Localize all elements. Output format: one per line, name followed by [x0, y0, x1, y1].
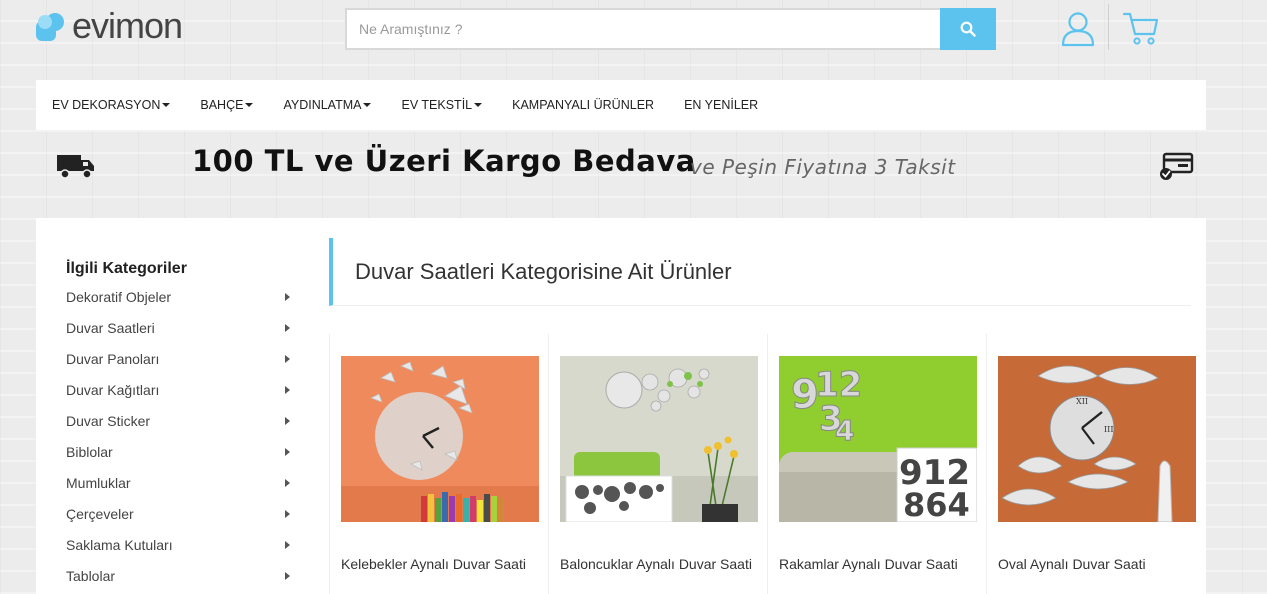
- nav-item-label: BAHÇE: [200, 98, 244, 112]
- user-icon[interactable]: [1060, 10, 1096, 48]
- product-listing: Duvar Saatleri Kategorisine Ait Ürünler: [329, 238, 1196, 594]
- sidebar-title: İlgili Kategoriler: [66, 260, 187, 277]
- nav-item-aydinlatma[interactable]: AYDINLATMA: [283, 98, 372, 112]
- search-input[interactable]: [345, 8, 940, 50]
- header-divider: [1108, 4, 1109, 50]
- sidebar-item-label: Saklama Kutuları: [66, 537, 173, 553]
- nav-item-label: EN YENİLER: [684, 98, 759, 112]
- product-image[interactable]: [341, 356, 539, 522]
- product-image[interactable]: [560, 356, 758, 523]
- nav-item-label: KAMPANYALI ÜRÜNLER: [512, 98, 655, 112]
- credit-card-icon: [1160, 152, 1194, 180]
- chevron-right-icon: [285, 541, 290, 549]
- site-logo[interactable]: evimon: [36, 6, 226, 46]
- search-bar: [345, 8, 996, 50]
- product-image[interactable]: 9 12 3 4 912 864: [779, 356, 978, 524]
- page-title: Duvar Saatleri Kategorisine Ait Ürünler: [355, 258, 732, 284]
- nav-item-label: EV TEKSTİL: [401, 98, 473, 112]
- chevron-right-icon: [285, 479, 290, 487]
- sidebar-item-label: Duvar Panoları: [66, 351, 160, 367]
- product-name[interactable]: Oval Aynalı Duvar Saati: [998, 556, 1146, 572]
- sidebar-item-duvar-sticker[interactable]: Duvar Sticker: [66, 406, 296, 437]
- nav-item-label: AYDINLATMA: [283, 98, 362, 112]
- chevron-right-icon: [285, 324, 290, 332]
- nav-item-bahce[interactable]: BAHÇE: [200, 98, 254, 112]
- logo-text: evimon: [72, 5, 183, 46]
- sidebar-item-label: Duvar Sticker: [66, 413, 151, 429]
- sidebar-item-label: Dekoratif Objeler: [66, 289, 172, 305]
- svg-text:4: 4: [835, 414, 854, 447]
- product-name[interactable]: Baloncuklar Aynalı Duvar Saati: [560, 556, 752, 572]
- main-nav: EV DEKORASYON BAHÇE AYDINLATMA EV TEKSTİ…: [36, 80, 1206, 130]
- sidebar-item-duvar-kagitlari[interactable]: Duvar Kağıtları: [66, 375, 296, 406]
- caret-down-icon: [162, 103, 171, 107]
- chevron-right-icon: [285, 510, 290, 518]
- chevron-right-icon: [285, 417, 290, 425]
- promo-headline: 100 TL ve Üzeri Kargo Bedava: [192, 144, 696, 178]
- sidebar-item-cerceveler[interactable]: Çerçeveler: [66, 499, 296, 530]
- sidebar-item-duvar-saatleri[interactable]: Duvar Saatleri: [66, 313, 296, 344]
- sidebar-item-label: Tablolar: [66, 568, 116, 584]
- product-name[interactable]: Rakamlar Aynalı Duvar Saati: [779, 556, 958, 572]
- sidebar-item-label: Mumluklar: [66, 475, 131, 491]
- search-button[interactable]: [940, 8, 996, 50]
- search-icon: [960, 21, 976, 37]
- promo-subline: ve Peşin Fiyatına 3 Taksit: [690, 155, 956, 179]
- chevron-right-icon: [285, 448, 290, 456]
- product-name[interactable]: Kelebekler Aynalı Duvar Saati: [341, 556, 526, 572]
- chevron-right-icon: [285, 572, 290, 580]
- svg-text:864: 864: [903, 486, 970, 522]
- product-card[interactable]: Baloncuklar Aynalı Duvar Saati: [548, 334, 767, 594]
- caret-down-icon: [474, 103, 483, 107]
- sidebar-item-tablolar[interactable]: Tablolar: [66, 561, 296, 592]
- product-card[interactable]: 9 12 3 4 912 864 Rakamlar Aynalı Duvar S…: [767, 334, 986, 594]
- chevron-right-icon: [285, 293, 290, 301]
- sidebar-item-saklama-kutulari[interactable]: Saklama Kutuları: [66, 530, 296, 561]
- cart-icon[interactable]: [1122, 10, 1160, 46]
- product-card[interactable]: XII III Oval Aynalı Duvar Saati: [986, 334, 1205, 594]
- sidebar-item-mumluklar[interactable]: Mumluklar: [66, 468, 296, 499]
- product-grid: Kelebekler Aynalı Duvar Saati Baloncukla…: [329, 334, 1209, 594]
- nav-item-ev-dekorasyon[interactable]: EV DEKORASYON: [52, 98, 171, 112]
- sidebar-item-label: Duvar Saatleri: [66, 320, 155, 336]
- truck-icon: [57, 155, 94, 179]
- category-sidebar: İlgili Kategoriler Dekoratif Objeler Duv…: [66, 258, 296, 592]
- caret-down-icon: [363, 103, 372, 107]
- product-card[interactable]: Kelebekler Aynalı Duvar Saati: [329, 334, 548, 594]
- nav-item-label: EV DEKORASYON: [52, 98, 161, 112]
- sidebar-item-dekoratif-objeler[interactable]: Dekoratif Objeler: [66, 282, 296, 313]
- nav-item-en-yeniler[interactable]: EN YENİLER: [684, 98, 758, 112]
- svg-text:III: III: [1104, 425, 1113, 434]
- product-image[interactable]: XII III: [998, 356, 1196, 523]
- chevron-right-icon: [285, 355, 290, 363]
- sidebar-item-label: Duvar Kağıtları: [66, 382, 160, 398]
- content-panel: İlgili Kategoriler Dekoratif Objeler Duv…: [36, 218, 1206, 594]
- sidebar-item-biblolar[interactable]: Biblolar: [66, 437, 296, 468]
- logo-mark-icon: [36, 11, 70, 41]
- sidebar-item-duvar-panolari[interactable]: Duvar Panoları: [66, 344, 296, 375]
- chevron-right-icon: [285, 386, 290, 394]
- category-header: Duvar Saatleri Kategorisine Ait Ürünler: [329, 238, 1191, 306]
- nav-item-kampanyali-urunler[interactable]: KAMPANYALI ÜRÜNLER: [512, 98, 654, 112]
- svg-text:XII: XII: [1076, 397, 1088, 406]
- nav-item-ev-tekstil[interactable]: EV TEKSTİL: [401, 98, 483, 112]
- sidebar-item-label: Çerçeveler: [66, 506, 134, 522]
- sidebar-item-label: Biblolar: [66, 444, 113, 460]
- caret-down-icon: [245, 103, 254, 107]
